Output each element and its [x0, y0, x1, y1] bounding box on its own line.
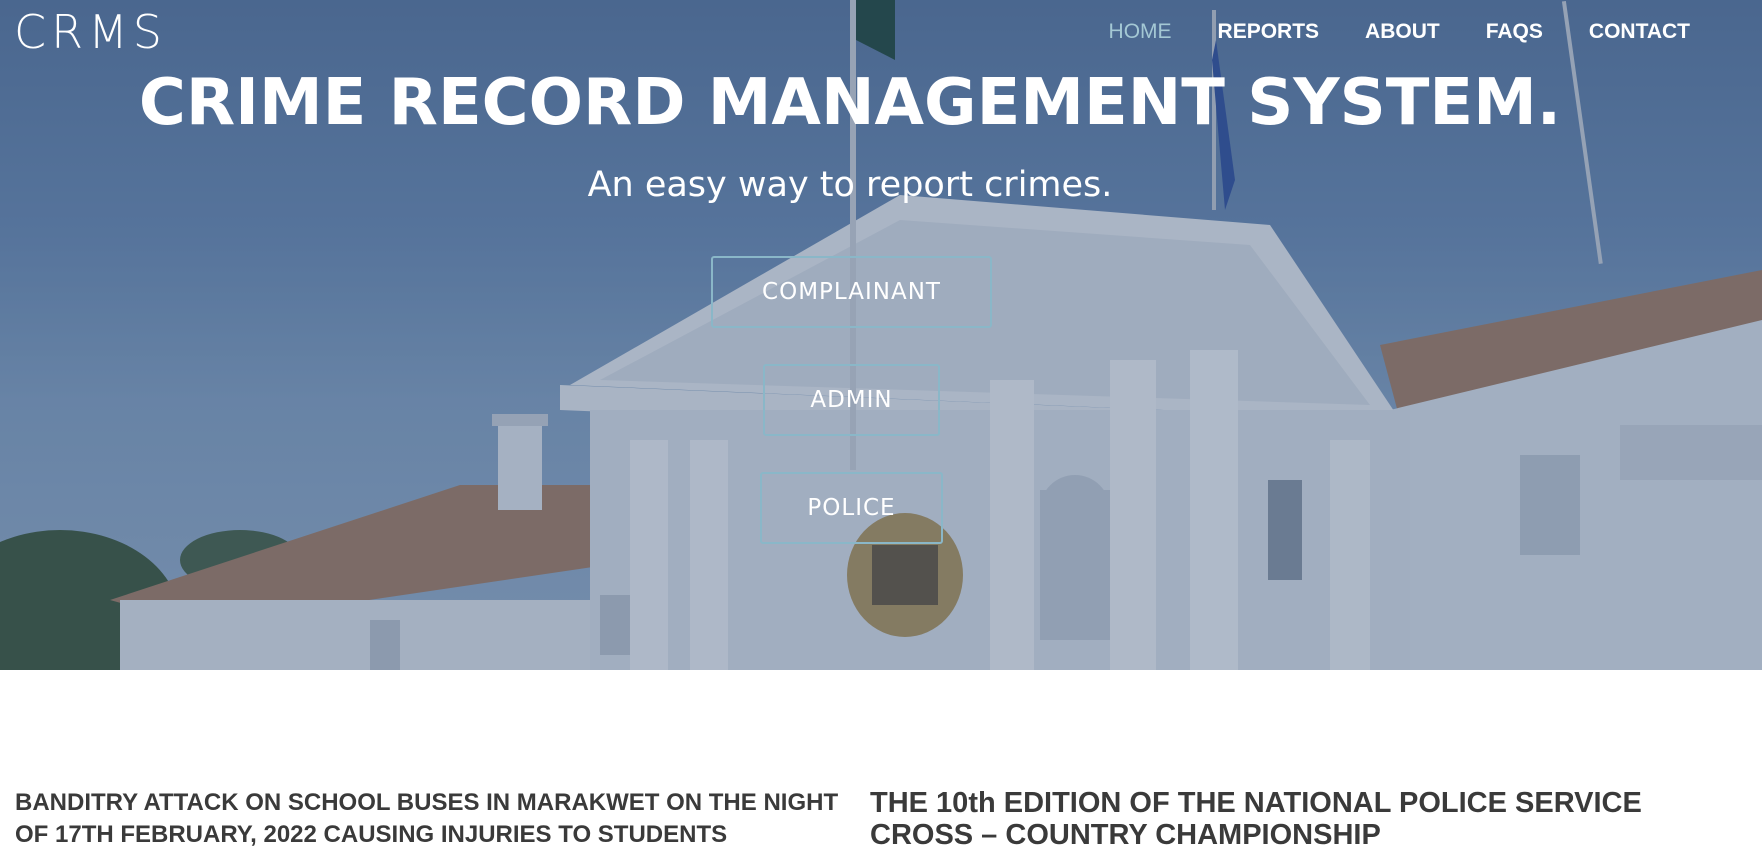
admin-button[interactable]: ADMIN: [763, 364, 940, 436]
hero-subtitle: An easy way to report crimes.: [587, 165, 1113, 205]
news-headline-cross-country[interactable]: THE 10th EDITION OF THE NATIONAL POLICE …: [870, 787, 1710, 847]
police-button[interactable]: POLICE: [760, 472, 943, 544]
nav-reports[interactable]: REPORTS: [1218, 18, 1320, 46]
logo[interactable]: CRMS: [14, 4, 167, 60]
news-section: BANDITRY ATTACK ON SCHOOL BUSES IN MARAK…: [0, 787, 1762, 847]
nav-faqs[interactable]: FAQS: [1486, 18, 1543, 46]
complainant-button[interactable]: COMPLAINANT: [711, 256, 992, 328]
news-headline-banditry[interactable]: BANDITRY ATTACK ON SCHOOL BUSES IN MARAK…: [15, 787, 845, 847]
nav-home[interactable]: HOME: [1109, 18, 1172, 46]
nav-about[interactable]: ABOUT: [1365, 18, 1440, 46]
main-nav: HOME REPORTS ABOUT FAQS CONTACT: [1109, 18, 1690, 46]
nav-contact[interactable]: CONTACT: [1589, 18, 1690, 46]
hero-title: CRIME RECORD MANAGEMENT SYSTEM.: [138, 66, 1562, 140]
